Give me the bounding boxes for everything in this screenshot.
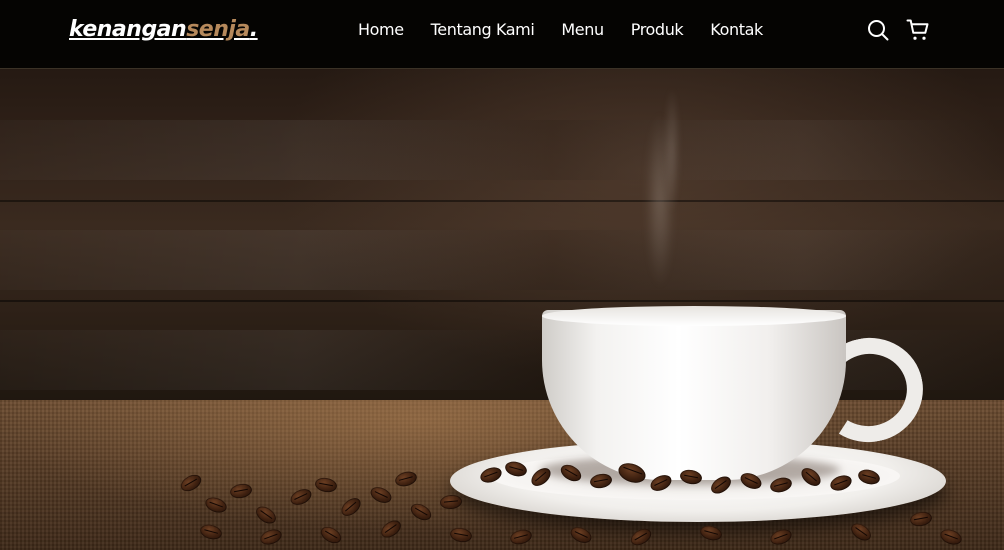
- wood-grain: [0, 230, 1004, 290]
- nav-icons: [866, 18, 930, 42]
- navbar: kenangansenja. Home Tentang Kami Menu Pr…: [0, 0, 1004, 69]
- logo-dot: .: [249, 17, 258, 42]
- steam: [652, 70, 692, 230]
- logo-main: kenangan: [69, 17, 187, 42]
- search-icon[interactable]: [866, 18, 890, 42]
- nav-link-home[interactable]: Home: [358, 20, 404, 39]
- nav-link-kontak[interactable]: Kontak: [710, 20, 763, 39]
- nav-link-produk[interactable]: Produk: [631, 20, 684, 39]
- hero-section: [0, 0, 1004, 550]
- wood-plank-seam: [0, 300, 1004, 302]
- nav-links: Home Tentang Kami Menu Produk Kontak: [358, 20, 790, 39]
- cup-rim: [542, 306, 846, 326]
- nav-link-tentang-kami[interactable]: Tentang Kami: [431, 20, 535, 39]
- brand-logo[interactable]: kenangansenja.: [69, 17, 258, 42]
- logo-accent: senja: [186, 17, 250, 42]
- shopping-cart-icon[interactable]: [906, 18, 930, 42]
- wood-plank-seam: [0, 200, 1004, 202]
- wood-grain: [0, 120, 1004, 180]
- nav-link-menu[interactable]: Menu: [561, 20, 604, 39]
